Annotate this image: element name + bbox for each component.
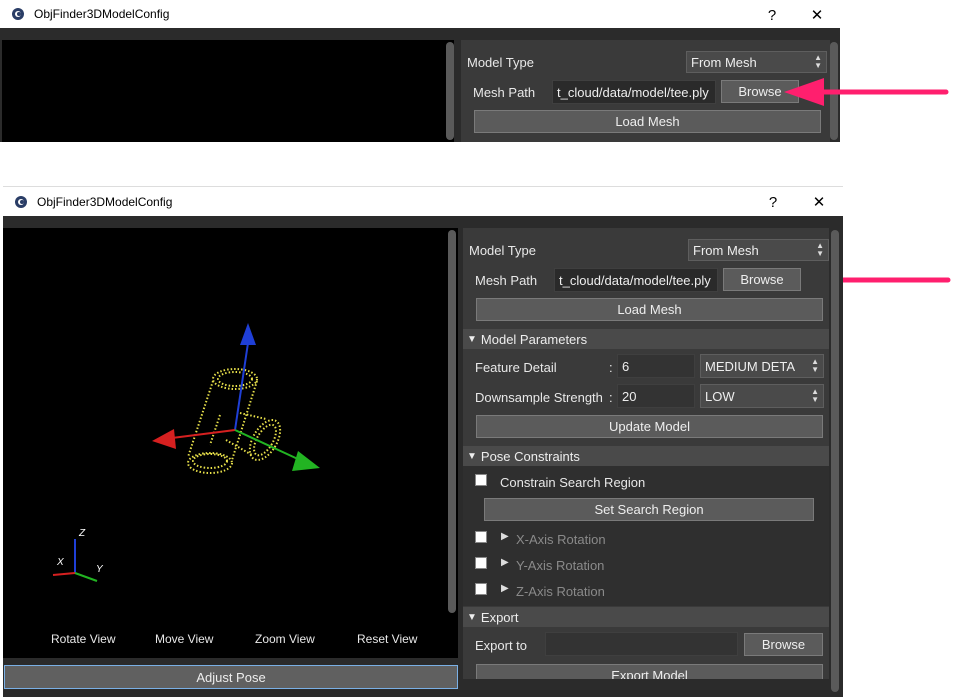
move-view-button[interactable]: Move View [155, 632, 213, 646]
x-rotation-label: X-Axis Rotation [516, 532, 606, 547]
adjust-pose-button[interactable]: Adjust Pose [4, 665, 458, 689]
combo-arrow-icon: ▲ ▼ [816, 241, 824, 258]
model-parameters-title: Model Parameters [480, 331, 588, 347]
top-window-title: ObjFinder3DModelConfig [34, 7, 170, 21]
top-viewport-scrollbar[interactable] [446, 42, 454, 140]
top-help-button[interactable]: ? [752, 0, 792, 30]
triangle-right-icon[interactable]: ▶ [501, 583, 509, 594]
model-scene [152, 323, 320, 474]
top-mesh-path-label: Mesh Path [473, 85, 536, 100]
top-mesh-path-value: t_cloud/data/model/tee.ply [557, 84, 709, 100]
model-parameters-header[interactable]: ▼ Model Parameters [463, 329, 829, 349]
main-help-button[interactable]: ? [753, 187, 793, 217]
downsample-colon: : [609, 390, 613, 405]
top-load-mesh-button[interactable]: Load Mesh [474, 110, 821, 133]
mesh-path-value: t_cloud/data/model/tee.ply [559, 272, 711, 288]
top-window: ObjFinder3DModelConfig ? ✕ Model Type Fr… [0, 0, 840, 142]
export-browse-button[interactable]: Browse [744, 633, 823, 656]
export-model-clip: Export Model [476, 664, 823, 679]
main-close-button[interactable]: ✕ [799, 187, 839, 217]
z-rotation-checkbox[interactable] [475, 583, 487, 595]
export-model-button[interactable]: Export Model [476, 664, 823, 679]
rotate-view-button[interactable]: Rotate View [51, 632, 115, 646]
model-type-value: From Mesh [693, 242, 759, 258]
main-window-title: ObjFinder3DModelConfig [37, 194, 173, 209]
feature-detail-label: Feature Detail [475, 360, 557, 375]
top-model-type-select[interactable]: From Mesh ▲ ▼ [686, 51, 827, 73]
config-panel-scrollbar[interactable] [831, 230, 839, 692]
feature-detail-level-value: MEDIUM DETA [705, 358, 796, 374]
feature-detail-input[interactable]: 6 [617, 354, 695, 378]
load-mesh-button[interactable]: Load Mesh [476, 298, 823, 321]
browse-mesh-button[interactable]: Browse [723, 268, 801, 291]
model-type-label: Model Type [469, 243, 536, 258]
combo-arrow-icon: ▲ ▼ [811, 357, 819, 374]
axis-label-y: Y [96, 564, 103, 575]
triangle-down-icon: ▼ [467, 333, 477, 345]
triangle-right-icon[interactable]: ▶ [501, 531, 509, 542]
export-header[interactable]: ▼ Export [463, 607, 829, 627]
downsample-value: 20 [622, 388, 637, 404]
combo-arrow-icon: ▲ ▼ [811, 387, 819, 404]
pose-constraints-title: Pose Constraints [480, 448, 580, 464]
feature-detail-value: 6 [622, 358, 630, 374]
feature-detail-colon: : [609, 360, 613, 375]
pose-constraints-header[interactable]: ▼ Pose Constraints [463, 446, 829, 466]
top-model-type-label: Model Type [467, 55, 534, 70]
triangle-down-icon: ▼ [467, 611, 477, 623]
annotation-arrow-icon [784, 78, 949, 106]
export-to-label: Export to [475, 638, 528, 653]
reset-view-button[interactable]: Reset View [357, 632, 417, 646]
top-model-type-value: From Mesh [691, 54, 757, 70]
export-title: Export [480, 609, 519, 625]
viewport-scrollbar[interactable] [448, 230, 456, 613]
downsample-level-select[interactable]: LOW ▲ ▼ [700, 384, 824, 408]
main-window-bottom-edge [463, 679, 829, 697]
update-model-button[interactable]: Update Model [476, 415, 823, 438]
top-viewport [2, 40, 454, 142]
axis-label-x: X [57, 557, 64, 568]
zoom-view-button[interactable]: Zoom View [255, 632, 315, 646]
z-rotation-label: Z-Axis Rotation [516, 584, 605, 599]
top-close-button[interactable]: ✕ [797, 0, 837, 30]
set-search-region-button[interactable]: Set Search Region [484, 498, 814, 521]
triangle-down-icon: ▼ [467, 450, 477, 462]
app-icon [12, 8, 24, 20]
y-rotation-checkbox[interactable] [475, 557, 487, 569]
export-to-field[interactable] [545, 632, 738, 656]
constrain-search-region-checkbox[interactable] [475, 474, 487, 486]
downsample-label: Downsample Strength [475, 390, 603, 405]
mesh-path-field[interactable]: t_cloud/data/model/tee.ply [554, 268, 718, 292]
top-mesh-path-field[interactable]: t_cloud/data/model/tee.ply [552, 80, 716, 104]
constrain-search-region-label: Constrain Search Region [500, 475, 646, 490]
combo-arrow-icon: ▲ ▼ [814, 53, 822, 70]
top-window-titlebar: ObjFinder3DModelConfig ? ✕ [0, 0, 840, 28]
feature-detail-level-select[interactable]: MEDIUM DETA ▲ ▼ [700, 354, 824, 378]
downsample-level-value: LOW [705, 388, 735, 404]
x-rotation-checkbox[interactable] [475, 531, 487, 543]
y-rotation-label: Y-Axis Rotation [516, 558, 605, 573]
axis-label-z: Z [79, 528, 86, 539]
downsample-input[interactable]: 20 [617, 384, 695, 408]
triangle-right-icon[interactable]: ▶ [501, 557, 509, 568]
model-type-select[interactable]: From Mesh ▲ ▼ [688, 239, 829, 261]
main-window-titlebar: ObjFinder3DModelConfig ? ✕ [3, 186, 843, 216]
mesh-path-label: Mesh Path [475, 273, 538, 288]
app-icon [15, 195, 27, 208]
